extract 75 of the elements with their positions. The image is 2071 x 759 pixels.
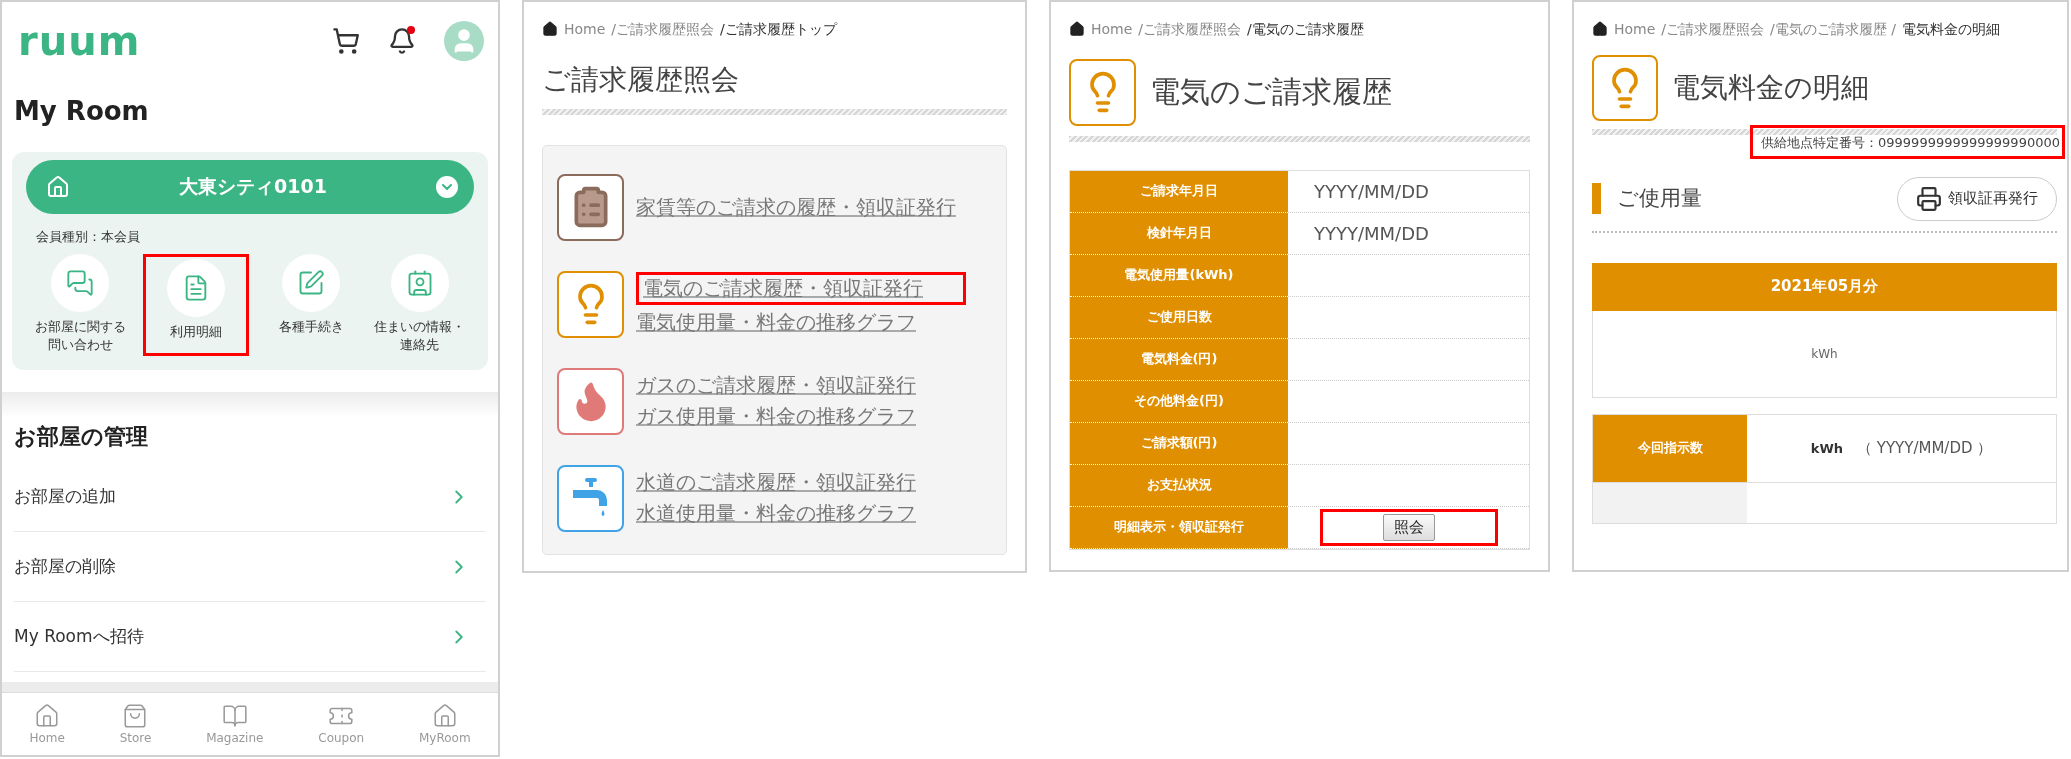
menu-item[interactable]: お部屋の削除 bbox=[14, 532, 486, 603]
month-header: 2021年05月分 bbox=[1592, 262, 2057, 311]
billing-link[interactable]: 電気のご請求履歴・領収証発行 bbox=[643, 276, 923, 301]
nav-tab[interactable]: Home bbox=[29, 703, 65, 745]
shortcut-button[interactable]: 利用明細 bbox=[149, 259, 242, 342]
breadcrumb-link[interactable]: /電気のご請求履歴 / bbox=[1770, 16, 1896, 43]
breadcrumb-link[interactable]: Home bbox=[564, 16, 606, 43]
ruum-logo: ruum bbox=[18, 18, 141, 64]
breadcrumb-link[interactable]: /電気のご請求履歴 bbox=[1247, 16, 1364, 43]
menu-item[interactable]: お部屋の追加 bbox=[14, 462, 486, 533]
section-title: ご使用量 bbox=[1592, 182, 1702, 215]
table-header-cell: ご請求年月日 bbox=[1070, 170, 1288, 213]
table-header-cell: その他料金(円) bbox=[1070, 380, 1288, 423]
clipboard-icon bbox=[557, 173, 624, 241]
page-title: ご請求履歴照会 bbox=[542, 61, 740, 98]
table-header-cell: お支払状況 bbox=[1070, 464, 1288, 507]
nav-tab[interactable]: Magazine bbox=[206, 703, 264, 745]
home-icon bbox=[34, 703, 61, 729]
page-title: 電気料金の明細 bbox=[1672, 69, 1869, 106]
shortcut-button[interactable]: 住まいの情報・連絡先 bbox=[373, 254, 466, 355]
page-title: My Room bbox=[14, 96, 150, 126]
billing-link[interactable]: ガス使用量・料金の推移グラフ bbox=[636, 403, 916, 431]
billing-link[interactable]: 水道のご請求履歴・領収証発行 bbox=[636, 469, 916, 497]
shortcut-button[interactable]: お部屋に関する問い合わせ bbox=[34, 254, 127, 355]
lightbulb-icon bbox=[1592, 54, 1658, 121]
table-cell: YYYY/MM/DD bbox=[1314, 180, 1429, 202]
billing-link[interactable]: 家賃等のご請求の履歴・領収証発行 bbox=[636, 193, 956, 221]
breadcrumb-link[interactable]: /ご請求履歴照会 bbox=[1661, 16, 1765, 43]
reissue-receipt-button[interactable]: 領収証再発行 bbox=[1897, 176, 2057, 221]
nav-tab[interactable]: Store bbox=[119, 703, 152, 745]
house-icon bbox=[431, 703, 458, 729]
table-cell: YYYY/MM/DD bbox=[1314, 222, 1429, 244]
inquiry-button[interactable]: 照会 bbox=[1382, 513, 1435, 541]
breadcrumb-link[interactable]: Home bbox=[1614, 16, 1656, 43]
billing-link[interactable]: 電気使用量・料金の推移グラフ bbox=[636, 309, 916, 337]
usage-value: kWh bbox=[1811, 346, 1838, 361]
flame-icon bbox=[557, 367, 624, 435]
menu-item[interactable]: My Roomへ招待 bbox=[14, 602, 486, 673]
printer-icon bbox=[1916, 185, 1942, 212]
room-selector[interactable]: 大東シティ0101 bbox=[26, 160, 474, 214]
lightbulb-icon bbox=[557, 270, 624, 338]
membership-text: 会員種別：本会員 bbox=[36, 228, 141, 246]
billing-link[interactable]: ガスのご請求履歴・領収証発行 bbox=[636, 372, 916, 400]
table-header-cell: 電気使用量(kWh) bbox=[1070, 254, 1288, 297]
home-icon bbox=[542, 21, 558, 38]
bag-icon bbox=[122, 703, 149, 729]
book-icon bbox=[221, 703, 248, 729]
home-icon bbox=[1592, 21, 1608, 38]
nav-tab[interactable]: MyRoom bbox=[418, 703, 471, 745]
lightbulb-icon bbox=[1069, 58, 1136, 126]
supply-point-number: 供給地点特定番号：0999999999999999990000 bbox=[1761, 134, 2060, 150]
shortcut-button[interactable]: 各種手続き bbox=[265, 254, 358, 337]
table-header-cell: ご使用日数 bbox=[1070, 296, 1288, 339]
breadcrumb-link[interactable]: Home bbox=[1091, 16, 1133, 43]
table-header-cell: 電気料金(円) bbox=[1070, 338, 1288, 381]
breadcrumb-link[interactable]: 電気料金の明細 bbox=[1901, 16, 2000, 43]
date-text: （ YYYY/MM/DD ） bbox=[1857, 438, 1993, 458]
home-icon bbox=[1069, 21, 1085, 38]
breadcrumb-link[interactable]: /ご請求履歴照会 bbox=[611, 16, 715, 43]
table-header-cell: 検針年月日 bbox=[1070, 212, 1288, 255]
nav-tab[interactable]: Coupon bbox=[318, 703, 365, 745]
breadcrumb-link[interactable]: /ご請求履歴照会 bbox=[1138, 16, 1242, 43]
faucet-icon bbox=[557, 464, 624, 532]
unit-text: kWh bbox=[1810, 440, 1843, 456]
table-header-cell: 今回指示数 bbox=[1593, 414, 1747, 482]
breadcrumb-link[interactable]: /ご請求履歴トップ bbox=[720, 16, 837, 43]
billing-link[interactable]: 水道使用量・料金の推移グラフ bbox=[636, 500, 916, 528]
section-title: お部屋の管理 bbox=[14, 423, 149, 452]
table-header-cell: ご請求額(円) bbox=[1070, 422, 1288, 465]
page-title: 電気のご請求履歴 bbox=[1150, 72, 1392, 111]
chevron-down-icon bbox=[436, 176, 458, 198]
cart-icon[interactable] bbox=[332, 27, 360, 55]
table-header-cell: 明細表示・領収証発行 bbox=[1070, 506, 1288, 549]
bell-icon[interactable] bbox=[388, 27, 416, 55]
house-icon bbox=[46, 175, 70, 199]
